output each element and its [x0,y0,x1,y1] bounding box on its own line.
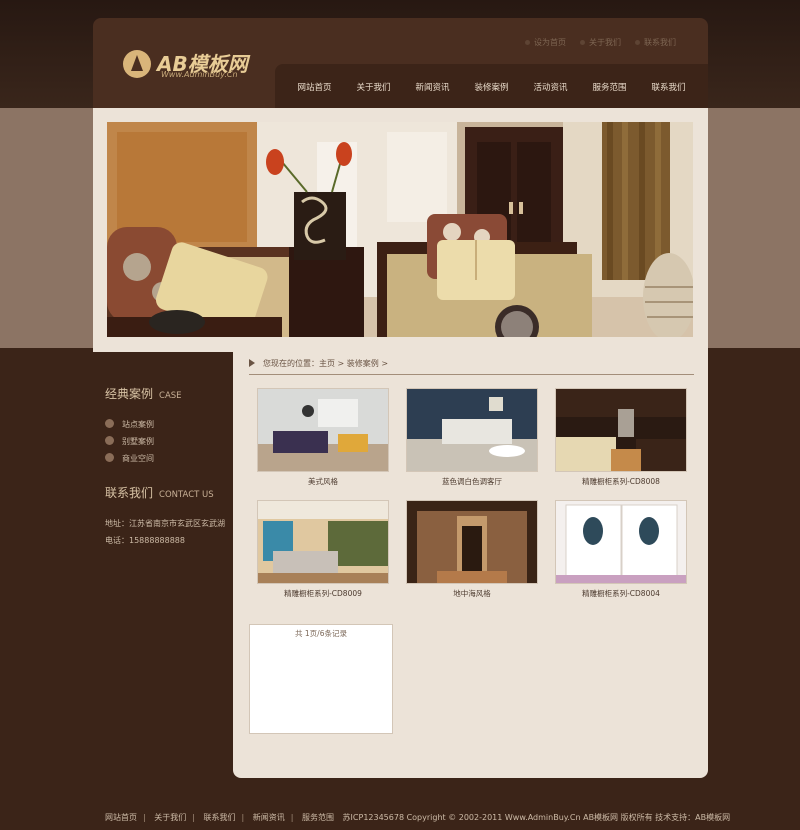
nav-item-contact[interactable]: 联系我们 [639,81,698,93]
footer: 网站首页 | 关于我们 | 联系我们 | 新闻资讯 | 服务范围 苏ICP1234567… [105,812,730,823]
contact-title-en: CONTACT US [159,490,214,500]
set-homepage-link[interactable]: 设为首页 [525,37,566,48]
page-wrapper: AB模板网 Www.AdminBuy.Cn 设为首页 关于我们 联系我们 网站首… [93,18,730,830]
case-photo[interactable] [406,388,538,472]
case-photo[interactable] [257,388,389,472]
case-card[interactable]: 精雕橱柜系列-CD8004 [555,500,687,599]
header: AB模板网 Www.AdminBuy.Cn 设为首页 关于我们 联系我们 网站首… [93,18,708,108]
sidebar-item-site-cases[interactable]: 站点案例 [105,419,154,430]
footer-copyright: 苏ICP12345678 Copyright © 2002-2011 Www.A… [342,813,731,822]
case-card[interactable]: 精雕橱柜系列-CD8009 [257,500,389,599]
footer-separator: | [241,813,245,822]
sidebar: 经典案例 CASE 站点案例 别墅案例 商业空间 联系我们 CONTACT US 地… [93,352,233,772]
contact-section-heading: 联系我们 CONTACT US [105,484,214,501]
footer-link-about[interactable]: 关于我们 [154,813,186,822]
footer-separator: | [290,813,294,822]
case-title: 经典案例 [105,387,154,401]
contact-phone: 电话：15888888888 [105,536,185,545]
case-photo[interactable] [406,500,538,584]
nav-item-cases[interactable]: 装修案例 [462,81,521,93]
logo-mark-icon [123,50,151,78]
case-caption[interactable]: 精雕橱柜系列-CD8004 [555,588,687,599]
footer-link-news[interactable]: 新闻资讯 [253,813,285,822]
footer-link-services[interactable]: 服务范围 [302,813,334,822]
case-card[interactable]: 蓝色调白色调客厅 [406,388,538,487]
about-link[interactable]: 关于我们 [580,37,621,48]
breadcrumb: 您现在的位置：主页 > 装修案例 > [249,358,694,375]
sidebar-item-villa-cases[interactable]: 别墅案例 [105,436,154,447]
nav-item-about[interactable]: 关于我们 [344,81,403,93]
pagination-text: 共 1页/6条记录 [295,629,347,638]
case-caption[interactable]: 蓝色调白色调客厅 [406,476,538,487]
case-card[interactable]: 精雕橱柜系列-CD8008 [555,388,687,487]
logo-subtitle: Www.AdminBuy.Cn [161,70,238,79]
case-section-heading: 经典案例 CASE [105,385,182,402]
case-caption[interactable]: 精雕橱柜系列-CD8009 [257,588,389,599]
footer-separator: | [192,813,195,822]
nav-item-services[interactable]: 服务范围 [580,81,639,93]
case-photo[interactable] [257,500,389,584]
pagination-box: 共 1页/6条记录 [249,624,393,734]
contact-link[interactable]: 联系我们 [635,37,676,48]
footer-link-contact[interactable]: 联系我们 [204,813,236,822]
case-card[interactable]: 美式风格 [257,388,389,487]
breadcrumb-text[interactable]: 您现在的位置：主页 > 装修案例 > [263,358,388,369]
case-title-en: CASE [159,391,182,401]
main-nav: 网站首页 关于我们 新闻资讯 装修案例 活动资讯 服务范围 联系我们 [275,64,708,108]
nav-item-news[interactable]: 新闻资讯 [403,81,462,93]
main-content-panel: 您现在的位置：主页 > 装修案例 > 美式风格 蓝色调白色调客厅 精雕橱柜系列-… [233,352,708,778]
case-photo[interactable] [555,388,687,472]
case-photo[interactable] [555,500,687,584]
contact-address: 地址：江苏省南京市玄武区玄武湖 [105,519,225,528]
top-links: 设为首页 关于我们 联系我们 [525,37,676,48]
nav-item-events[interactable]: 活动资讯 [521,81,580,93]
case-card[interactable]: 地中海风格 [406,500,538,599]
case-caption[interactable]: 精雕橱柜系列-CD8008 [555,476,687,487]
breadcrumb-arrow-icon [249,359,255,367]
hero-banner-image [107,122,693,337]
case-caption[interactable]: 地中海风格 [406,588,538,599]
footer-separator: | [143,813,146,822]
site-logo[interactable]: AB模板网 Www.AdminBuy.Cn [123,48,253,88]
contact-title: 联系我们 [105,486,154,500]
footer-link-home[interactable]: 网站首页 [105,813,137,822]
nav-item-home[interactable]: 网站首页 [285,81,344,93]
case-caption[interactable]: 美式风格 [257,476,389,487]
sidebar-item-commercial[interactable]: 商业空间 [105,453,154,464]
